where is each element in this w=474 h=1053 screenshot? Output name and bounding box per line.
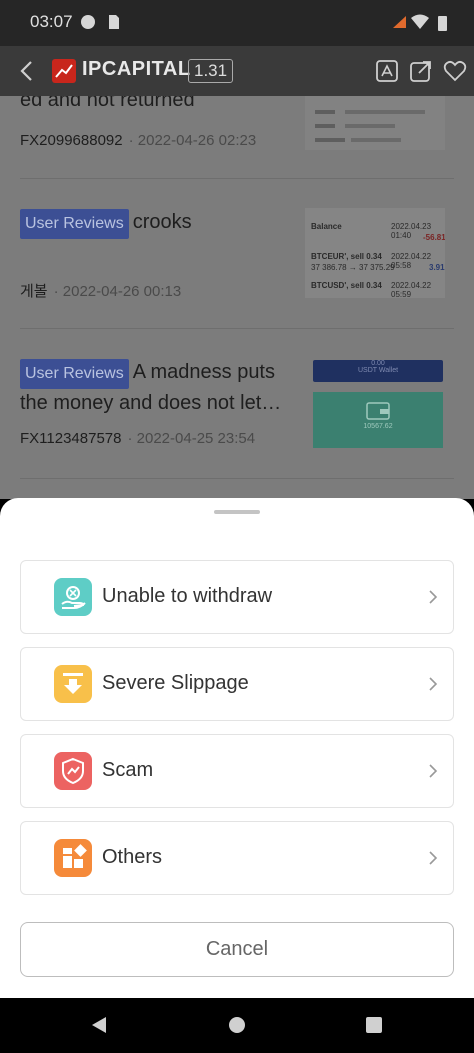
chevron-right-icon (429, 590, 438, 604)
scam-shield-icon (54, 752, 92, 790)
divider (20, 178, 454, 179)
thumb-row1-prices: 37 386.78 → 37 375.29 (311, 263, 395, 272)
review-thumbnail (305, 96, 445, 150)
wifi-icon (411, 14, 429, 29)
wallet-icon (366, 402, 390, 420)
status-bar: 03:07 (0, 0, 474, 46)
review-author: 게볼 (20, 283, 48, 300)
wallet-label: USDT Wallet (357, 367, 399, 374)
status-time: 03:07 (30, 12, 73, 31)
review-date: · 2022-04-26 00:13 (53, 283, 182, 300)
review-thumbnail: 0.00 USDT Wallet 10567.62 (305, 358, 445, 448)
review-thumbnail: Balance 2022.04.23 01:40 -56.81 BTCEUR',… (305, 208, 445, 298)
thumb-row1-profit: 3.91 (429, 263, 445, 272)
review-title: ed and not returned (20, 96, 195, 111)
option-severe-slippage[interactable]: Severe Slippage (20, 647, 454, 721)
thumb-row1-pair: BTCEUR', sell 0.34 (311, 252, 382, 261)
chevron-right-icon (429, 851, 438, 865)
wallet-balance-card: 10567.62 (313, 392, 443, 448)
review-meta: FX2099688092 · 2022-04-26 02:23 (20, 132, 256, 149)
option-others[interactable]: Others (20, 821, 454, 895)
review-meta: FX1123487578 · 2022-04-25 23:54 (20, 430, 255, 447)
chevron-right-icon (429, 764, 438, 778)
wallet-value: 10567.62 (363, 423, 393, 430)
notification-dot-icon (81, 15, 95, 29)
review-meta: 게볼 · 2022-04-26 00:13 (20, 280, 181, 301)
chevron-right-icon (429, 677, 438, 691)
divider (20, 328, 454, 329)
slippage-arrow-icon (54, 665, 92, 703)
favorite-heart-icon[interactable] (442, 58, 468, 84)
withdraw-hand-icon (54, 578, 92, 616)
divider (20, 478, 454, 479)
wallet-card: 0.00 USDT Wallet (313, 360, 443, 382)
nav-recents-icon[interactable] (365, 1016, 383, 1034)
option-label: Others (102, 846, 163, 868)
sim-card-icon (109, 15, 119, 29)
score-badge: 1.31 (188, 59, 234, 83)
others-grid-icon (54, 839, 92, 877)
option-label: Unable to withdraw (102, 585, 273, 607)
option-unable-to-withdraw[interactable]: Unable to withdraw (20, 560, 454, 634)
signal-alert-icon (393, 16, 406, 28)
review-title: User Reviews crooks (20, 208, 290, 239)
thumb-row2-pair: BTCUSD', sell 0.34 (311, 281, 382, 290)
system-nav-bar (0, 998, 474, 1053)
complaint-type-sheet: Unable to withdraw Severe Slippage Scam … (0, 498, 474, 998)
battery-icon (438, 16, 447, 31)
share-icon[interactable] (408, 58, 434, 84)
review-tag: User Reviews (20, 209, 129, 239)
option-scam[interactable]: Scam (20, 734, 454, 808)
review-author: FX2099688092 (20, 132, 123, 149)
back-icon[interactable] (14, 58, 40, 84)
nav-back-icon[interactable] (90, 1016, 108, 1034)
review-title: User Reviews A madness puts the money and… (20, 359, 282, 414)
review-date: · 2022-04-26 02:23 (128, 132, 257, 149)
broker-name: IPCAPITAL (82, 58, 191, 80)
thumb-row2-date: 2022.04.22 05:59 (391, 281, 432, 298)
app-header: IPCAPITAL 1.31 (0, 46, 474, 96)
cancel-button[interactable]: Cancel (20, 922, 454, 977)
option-label: Severe Slippage (102, 672, 249, 694)
review-date: · 2022-04-25 23:54 (127, 430, 256, 447)
pdf-icon[interactable] (374, 58, 400, 84)
thumb-balance-value: -56.81 (423, 233, 445, 242)
review-list: ed and not returned FX2099688092 · 2022-0… (0, 96, 474, 499)
review-author: FX1123487578 (20, 430, 122, 447)
wallet-amount: 0.00 (371, 360, 385, 367)
option-label: Scam (102, 759, 154, 781)
thumb-balance-label: Balance (311, 222, 342, 231)
sheet-drag-handle[interactable] (214, 510, 260, 514)
broker-logo-icon (52, 59, 76, 83)
review-tag: User Reviews (20, 359, 129, 389)
nav-home-icon[interactable] (228, 1016, 246, 1034)
